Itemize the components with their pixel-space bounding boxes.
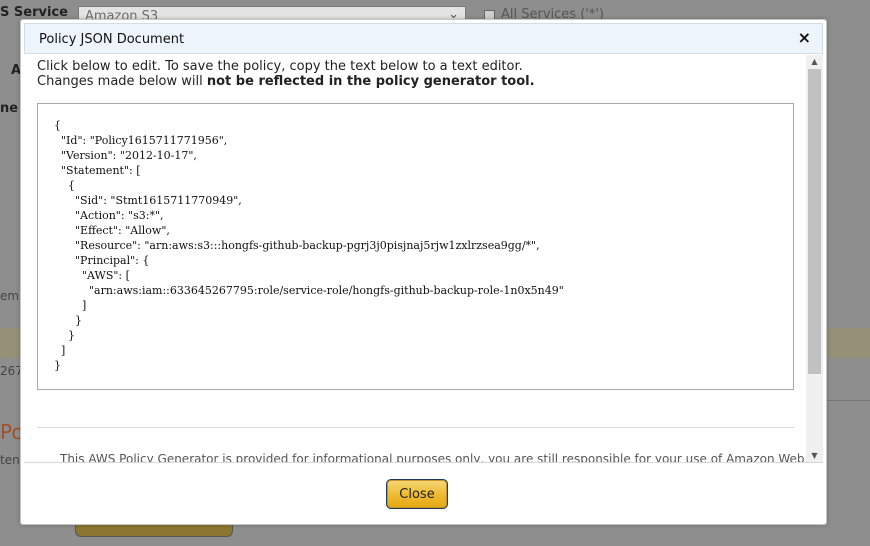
intro-text: Click below to edit. To save the policy,…: [37, 59, 797, 89]
body-divider: [37, 427, 794, 428]
field-label-ten: ten: [0, 453, 20, 467]
field-label-em: em: [0, 289, 20, 303]
scroll-thumb[interactable]: [808, 69, 821, 374]
scroll-up-icon[interactable]: ▲: [806, 55, 823, 68]
close-icon[interactable]: ×: [798, 29, 811, 47]
dialog-titlebar: Policy JSON Document ×: [24, 23, 823, 54]
service-label: S Service: [0, 5, 68, 20]
scroll-down-icon[interactable]: ▼: [806, 449, 823, 462]
close-button[interactable]: Close: [386, 479, 448, 509]
policy-json-dialog: Policy JSON Document × Click below to ed…: [20, 19, 827, 525]
dialog-title: Policy JSON Document: [39, 32, 185, 47]
intro-line-2-prefix: Changes made below will: [37, 74, 207, 89]
intro-line-1: Click below to edit. To save the policy,…: [37, 59, 523, 74]
field-label-ne: ne: [0, 101, 19, 116]
intro-line-2: Changes made below will not be reflected…: [37, 74, 797, 89]
disclaimer-text: This AWS Policy Generator is provided fo…: [60, 452, 823, 462]
intro-warning: not be reflected in the policy generator…: [206, 74, 535, 89]
policy-json-textarea[interactable]: { "Id": "Policy1615711771956", "Version"…: [37, 103, 794, 390]
dialog-body[interactable]: Click below to edit. To save the policy,…: [24, 55, 823, 462]
divider: [826, 400, 870, 401]
policy-json-text[interactable]: { "Id": "Policy1615711771956", "Version"…: [54, 118, 564, 373]
footer-divider: [24, 462, 823, 463]
dialog-scrollbar[interactable]: ▲ ▼: [806, 55, 823, 462]
